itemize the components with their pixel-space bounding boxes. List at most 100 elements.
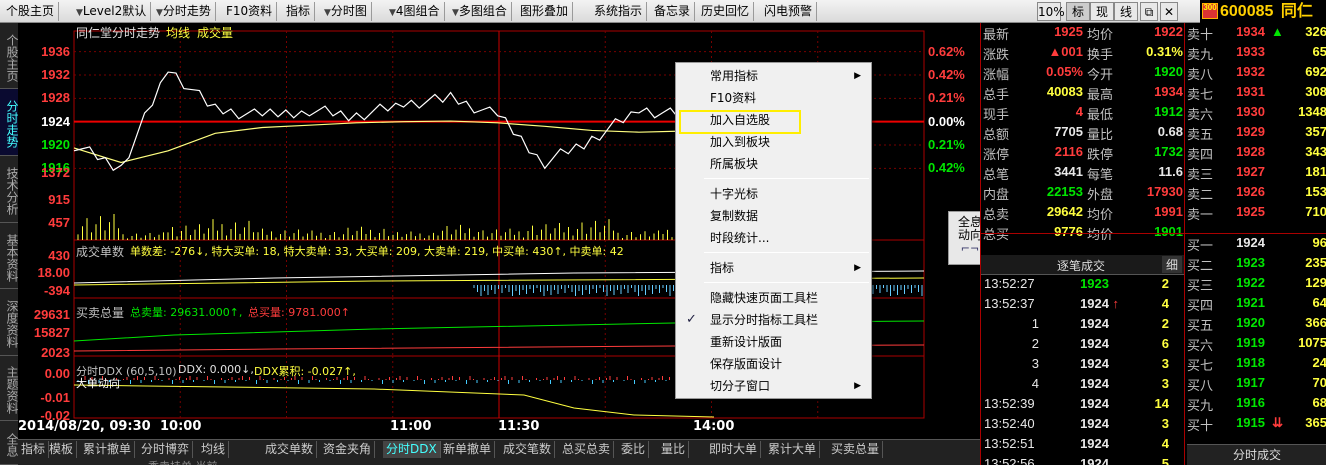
left-tab-0[interactable]: 个股主页 — [0, 23, 19, 89]
tick-volume: 2 — [1161, 316, 1169, 331]
toolbar-label: 多图组合 — [458, 4, 507, 18]
sell-level-label: 卖八 — [1187, 68, 1214, 83]
left-tab-3[interactable]: 基本资料 — [0, 223, 19, 289]
pct-axis-label: 0.21% — [928, 137, 965, 152]
bottom-tab-14[interactable]: 累计大单 — [765, 441, 821, 458]
sell-level-label: 卖二 — [1187, 188, 1214, 203]
bottom-tab-3[interactable]: 分时博弈 — [138, 441, 194, 458]
bottom-tab-2[interactable]: 累计撤单 — [80, 441, 136, 458]
submenu-arrow-icon: ▶ — [854, 263, 861, 273]
toolbar-4-button[interactable]: 指标 — [282, 2, 316, 21]
quote-label: 最新 — [983, 28, 1010, 43]
menu-item-label: 重新设计版面 — [710, 335, 783, 349]
bottom-tab-12[interactable]: 量比 — [658, 441, 690, 458]
bottom-tab-0[interactable]: 指标 — [18, 441, 50, 458]
tick-price: 1923 — [1080, 276, 1109, 291]
dropdown-arrow-icon: ▼ — [324, 8, 331, 18]
menu-item-6[interactable]: 复制数据 — [676, 205, 871, 227]
bottom-tab-8[interactable]: 新单撤单 — [440, 441, 496, 458]
bottom-tab-11[interactable]: 委比 — [618, 441, 650, 458]
tick-up-arrow-icon: ↑ — [1112, 296, 1120, 311]
time-axis-label: 14:00 — [693, 419, 735, 434]
check-icon: ✓ — [686, 312, 697, 327]
bottom-tab-5[interactable]: 成交单数 — [262, 441, 318, 458]
menu-item-label: 复制数据 — [710, 209, 759, 223]
menu-separator — [704, 282, 869, 283]
toolbar-label: 闪电预警 — [764, 4, 813, 18]
left-tab-4[interactable]: 深度资料 — [0, 289, 19, 356]
quote-value: 1901 — [1154, 224, 1183, 239]
bottom-tab-1[interactable]: 模板 — [46, 441, 78, 458]
sell-level-label: 卖五 — [1187, 128, 1214, 143]
toolbar-12-button[interactable]: 闪电预警 — [760, 2, 818, 21]
close-icon[interactable]: ✕ — [1160, 2, 1178, 21]
bottom-tab-13[interactable]: 即时大单 — [706, 441, 762, 458]
sell-level-label: 卖三 — [1187, 168, 1214, 183]
sell-level-label: 卖六 — [1187, 108, 1214, 123]
menu-separator — [704, 178, 869, 179]
menu-item-8[interactable]: 指标 ▶ — [676, 257, 871, 279]
menu-item-5[interactable]: 十字光标 — [676, 183, 871, 205]
tick-price: 1924 — [1080, 456, 1109, 465]
toolbar-2-button[interactable]: ▼分时走势 — [150, 2, 216, 21]
menu-item-7[interactable]: 时段统计... — [676, 227, 871, 249]
menu-item-13[interactable]: 切分子窗口 ▶ — [676, 375, 871, 397]
buy-level-price: 1916 — [1236, 395, 1265, 410]
panel3-axis-label: 29631 — [33, 307, 70, 322]
toolbar-6-button[interactable]: ▼4图组合 — [383, 2, 445, 21]
bottom-tab-4[interactable]: 均线 — [198, 441, 230, 458]
menu-item-12[interactable]: 保存版面设计 — [676, 353, 871, 375]
toolbar-right-0-button[interactable]: 10% — [1037, 2, 1065, 21]
bottom-tab-10[interactable]: 总买总卖 — [559, 441, 615, 458]
bottom-tab-6[interactable]: 资金夹角 — [320, 441, 376, 458]
toolbar-right-1-button[interactable]: 标 — [1066, 2, 1090, 21]
toolbar-5-button[interactable]: ▼分时图 — [318, 2, 372, 21]
panel4-axis-label: -0.01 — [40, 390, 70, 405]
ticks-detail-button[interactable]: 细 — [1162, 256, 1182, 273]
bottom-tab-9[interactable]: 成交笔数 — [500, 441, 556, 458]
buy-level-volume: 1075 — [1298, 335, 1326, 350]
toolbar-stock-home-button[interactable]: 个股主页 — [2, 2, 60, 21]
panel3-sell: 总卖量: 29631.000↑, — [130, 306, 243, 319]
toolbar-10-button[interactable]: 备忘录 — [650, 2, 696, 21]
window-restore-icon[interactable]: ⧉ — [1140, 2, 1158, 21]
quote-value: 22153 — [1046, 184, 1083, 199]
toolbar-8-button[interactable]: 图形叠加 — [516, 2, 574, 21]
menu-item-3[interactable]: 加入到板块 — [676, 131, 871, 153]
bottom-tab-15[interactable]: 买卖总量 — [828, 441, 884, 458]
toolbar-label: Level2默认 — [82, 4, 147, 18]
menu-item-11[interactable]: 重新设计版面 — [676, 331, 871, 353]
toolbar-right-3-button[interactable]: 线 — [1114, 2, 1138, 21]
tick-price: 1924 — [1080, 376, 1109, 391]
menu-item-10[interactable]: 显示分时指标工具栏 ✓ — [676, 309, 871, 331]
left-tab-6[interactable]: 全息 — [0, 421, 19, 465]
tab-tick-detail[interactable]: 分时成交 — [1187, 444, 1326, 465]
quote-label: 总额 — [983, 128, 1010, 143]
quote-value: 1912 — [1154, 104, 1183, 119]
left-tab-2[interactable]: 技术分析 — [0, 156, 19, 223]
menu-item-4[interactable]: 所属板块 — [676, 153, 871, 175]
left-tab-1[interactable]: 分时走势 — [0, 89, 19, 156]
toolbar-3-button[interactable]: F10资料 — [222, 2, 278, 21]
quote-value: 1934 — [1154, 84, 1183, 99]
toolbar-right-2-button[interactable]: 现 — [1090, 2, 1114, 21]
toolbar-11-button[interactable]: 历史回忆 — [697, 2, 755, 21]
quote-value: 3441 — [1054, 164, 1083, 179]
toolbar-label: 历史回忆 — [701, 4, 750, 18]
bottom-tab-7[interactable]: 分时DDX — [383, 441, 441, 458]
toolbar-7-button[interactable]: ▼多图组合 — [446, 2, 512, 21]
sell-level-label: 卖十 — [1187, 28, 1214, 43]
toolbar-9-button[interactable]: 系统指示 — [590, 2, 648, 21]
left-vertical-tabs: 个股主页 分时走势 技术分析 基本资料 深度资料 主题资料 全息 — [0, 23, 19, 465]
quote-label: 涨跌 — [983, 48, 1010, 63]
menu-item-0[interactable]: 常用指标 ▶ — [676, 65, 871, 87]
menu-item-1[interactable]: F10资料 — [676, 87, 871, 109]
buy-level-volume: 68 — [1312, 395, 1326, 410]
toolbar-1-button[interactable]: ▼Level2默认 — [70, 2, 152, 21]
tick-price: 1924 — [1080, 316, 1109, 331]
quote-value: 1925 — [1054, 24, 1083, 39]
bottom-indicator-tabs: 指标 模板 累计撤单 分时博弈 均线 成交单数 资金夹角 分时DDX 新单撤单 成交笔数 总买总卖委… — [18, 439, 980, 465]
menu-item-label: 加入到板块 — [710, 135, 771, 149]
left-tab-5[interactable]: 主题资料 — [0, 356, 19, 421]
menu-item-9[interactable]: 隐藏快速页面工具栏 — [676, 287, 871, 309]
